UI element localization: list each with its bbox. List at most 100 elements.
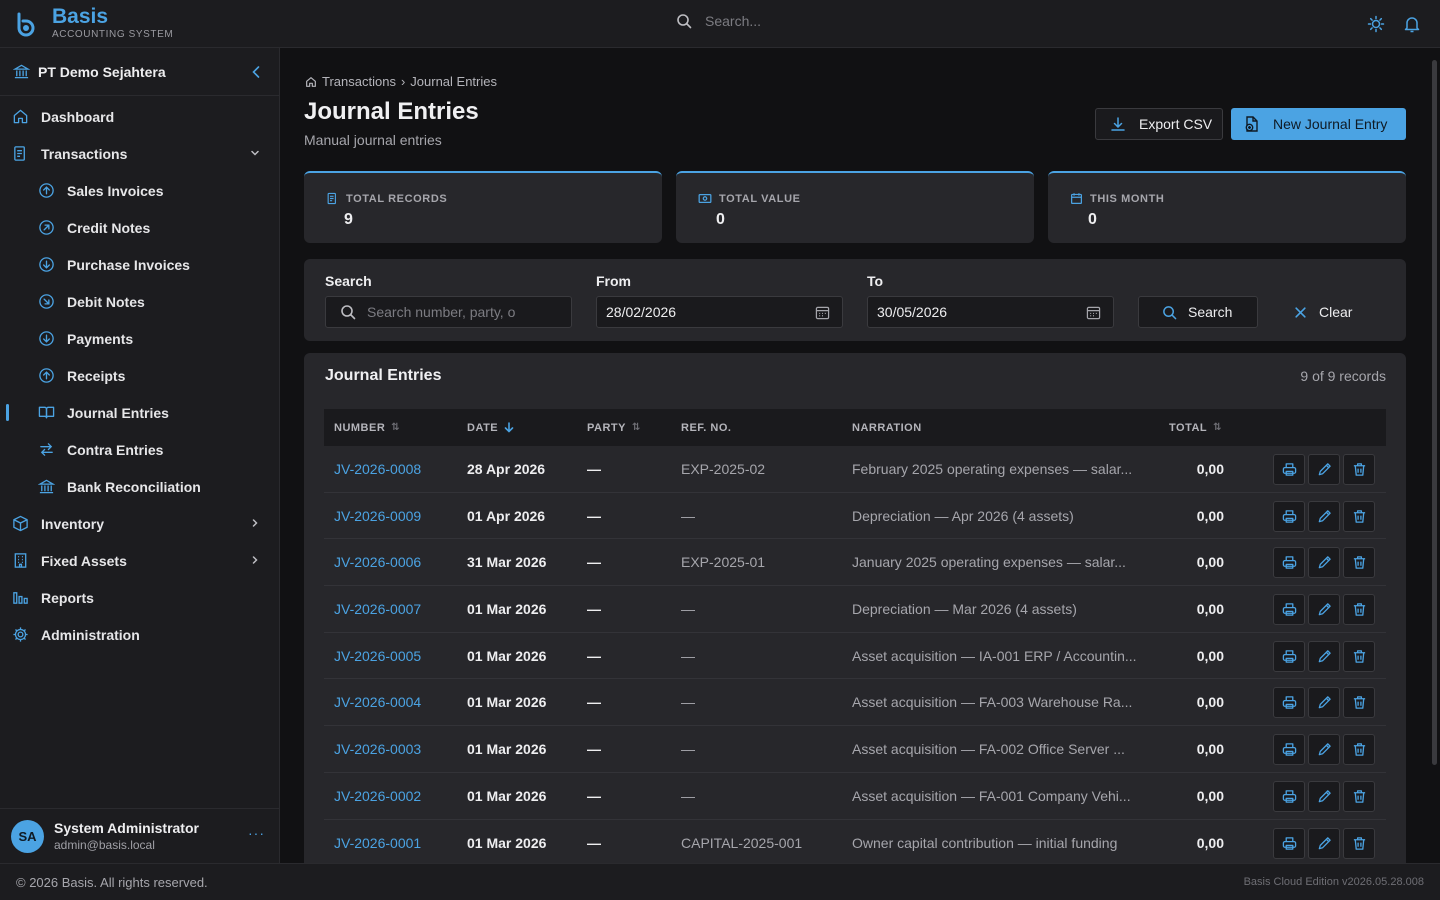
entry-number-link[interactable]: JV-2026-0007 bbox=[334, 586, 421, 632]
column-header-number[interactable]: NUMBER ⇅ bbox=[334, 409, 400, 446]
entry-ref-no: — bbox=[681, 694, 695, 711]
export-csv-button[interactable]: Export CSV bbox=[1095, 108, 1223, 140]
more-options-icon[interactable]: ··· bbox=[248, 825, 265, 841]
page-scrollbar[interactable] bbox=[1432, 60, 1437, 765]
edit-button[interactable] bbox=[1308, 454, 1340, 485]
sidebar-item-reports[interactable]: Reports bbox=[0, 579, 279, 616]
entry-number-link[interactable]: JV-2026-0001 bbox=[334, 820, 421, 864]
entry-number-link[interactable]: JV-2026-0003 bbox=[334, 726, 421, 772]
delete-button[interactable] bbox=[1343, 454, 1375, 485]
pencil-icon bbox=[1317, 602, 1332, 617]
sort-icon: ⇅ bbox=[1213, 422, 1223, 433]
table-row[interactable]: JV-2026-0004 01 Mar 2026 — — Asset acqui… bbox=[324, 679, 1386, 727]
stat-label: THIS MONTH bbox=[1090, 192, 1165, 205]
from-date-input[interactable] bbox=[606, 304, 842, 320]
print-button[interactable] bbox=[1273, 640, 1305, 672]
table-row[interactable]: JV-2026-0007 01 Mar 2026 — — Depreciatio… bbox=[324, 586, 1386, 633]
sidebar-item-transactions[interactable]: Transactions bbox=[0, 135, 279, 172]
print-button[interactable] bbox=[1273, 734, 1305, 766]
global-search[interactable] bbox=[676, 13, 1005, 29]
entry-number-link[interactable]: JV-2026-0009 bbox=[334, 493, 421, 539]
collapse-sidebar-chevron-left-icon[interactable] bbox=[251, 65, 261, 79]
edit-button[interactable] bbox=[1308, 640, 1340, 672]
sidebar-item-receipts[interactable]: Receipts bbox=[0, 357, 279, 394]
filter-search-input[interactable] bbox=[367, 304, 571, 320]
edit-button[interactable] bbox=[1308, 827, 1340, 859]
delete-button[interactable] bbox=[1343, 640, 1375, 672]
print-button[interactable] bbox=[1273, 827, 1305, 859]
delete-button[interactable] bbox=[1343, 687, 1375, 719]
breadcrumb-root[interactable]: Transactions bbox=[322, 74, 396, 89]
sidebar-item-inventory[interactable]: Inventory bbox=[0, 505, 279, 542]
table-row[interactable]: JV-2026-0001 01 Mar 2026 — CAPITAL-2025-… bbox=[324, 820, 1386, 864]
edit-button[interactable] bbox=[1308, 547, 1340, 579]
table-row[interactable]: JV-2026-0006 31 Mar 2026 — EXP-2025-01 J… bbox=[324, 539, 1386, 587]
theme-toggle-sun-icon[interactable] bbox=[1367, 15, 1385, 33]
edit-button[interactable] bbox=[1308, 780, 1340, 812]
table-row[interactable]: JV-2026-0009 01 Apr 2026 — — Depreciatio… bbox=[324, 493, 1386, 540]
table-row[interactable]: JV-2026-0005 01 Mar 2026 — — Asset acqui… bbox=[324, 633, 1386, 680]
sidebar-item-payments[interactable]: Payments bbox=[0, 320, 279, 357]
table-row[interactable]: JV-2026-0008 28 Apr 2026 — EXP-2025-02 F… bbox=[324, 446, 1386, 493]
sidebar-item-dashboard[interactable]: Dashboard bbox=[0, 98, 279, 135]
entry-total: 0,00 bbox=[1196, 461, 1224, 477]
calendar-icon[interactable] bbox=[1086, 305, 1101, 320]
home-icon[interactable] bbox=[305, 76, 317, 88]
table-row[interactable]: JV-2026-0003 01 Mar 2026 — — Asset acqui… bbox=[324, 726, 1386, 773]
global-search-input[interactable] bbox=[705, 13, 1005, 29]
calendar-icon[interactable] bbox=[815, 305, 830, 320]
sidebar-item-sales-invoices[interactable]: Sales Invoices bbox=[0, 172, 279, 209]
sidebar-item-administration[interactable]: Administration bbox=[0, 616, 279, 653]
sidebar-item-purchase-invoices[interactable]: Purchase Invoices bbox=[0, 246, 279, 283]
sidebar-item-contra-entries[interactable]: Contra Entries bbox=[0, 431, 279, 468]
column-header-date[interactable]: DATE bbox=[467, 409, 514, 446]
table-row[interactable]: JV-2026-0002 01 Mar 2026 — — Asset acqui… bbox=[324, 773, 1386, 820]
entry-number-link[interactable]: JV-2026-0004 bbox=[334, 679, 421, 725]
delete-button[interactable] bbox=[1343, 500, 1375, 532]
print-button[interactable] bbox=[1273, 547, 1305, 579]
filter-search-field[interactable] bbox=[325, 296, 572, 328]
to-date-field[interactable] bbox=[867, 296, 1114, 328]
column-header-party[interactable]: PARTY ⇅ bbox=[587, 409, 641, 446]
stat-card-this-month: THIS MONTH 0 bbox=[1048, 171, 1406, 243]
column-header-total[interactable]: TOTAL ⇅ bbox=[1169, 409, 1222, 446]
pencil-icon bbox=[1317, 555, 1332, 570]
print-button[interactable] bbox=[1273, 780, 1305, 812]
clear-button[interactable]: Clear bbox=[1288, 296, 1388, 328]
sidebar-item-journal-entries[interactable]: Journal Entries bbox=[0, 394, 279, 431]
print-button[interactable] bbox=[1273, 454, 1305, 485]
print-button[interactable] bbox=[1273, 500, 1305, 532]
entry-total: 0,00 bbox=[1196, 787, 1224, 804]
company-selector[interactable]: PT Demo Sejahtera bbox=[0, 48, 279, 96]
entry-number-link[interactable]: JV-2026-0008 bbox=[334, 446, 421, 492]
sidebar-item-debit-notes[interactable]: Debit Notes bbox=[0, 283, 279, 320]
sidebar-item-fixed-assets[interactable]: Fixed Assets bbox=[0, 542, 279, 579]
notifications-bell-icon[interactable] bbox=[1403, 15, 1421, 33]
new-journal-entry-button[interactable]: New Journal Entry bbox=[1231, 108, 1406, 140]
entry-ref-no: — bbox=[681, 507, 695, 524]
print-button[interactable] bbox=[1273, 687, 1305, 719]
user-profile[interactable]: SA System Administrator admin@basis.loca… bbox=[0, 808, 279, 863]
filter-panel: Search From To Search Clear bbox=[304, 259, 1406, 341]
edit-button[interactable] bbox=[1308, 500, 1340, 532]
edit-button[interactable] bbox=[1308, 594, 1340, 626]
to-date-input[interactable] bbox=[877, 304, 1113, 320]
delete-button[interactable] bbox=[1343, 547, 1375, 579]
edit-button[interactable] bbox=[1308, 687, 1340, 719]
row-actions bbox=[1273, 454, 1375, 485]
sidebar-item-bank-reconciliation[interactable]: Bank Reconciliation bbox=[0, 468, 279, 505]
delete-button[interactable] bbox=[1343, 827, 1375, 859]
search-button[interactable]: Search bbox=[1138, 296, 1258, 328]
entry-number-link[interactable]: JV-2026-0002 bbox=[334, 773, 421, 819]
delete-button[interactable] bbox=[1343, 780, 1375, 812]
brand[interactable]: Basis ACCOUNTING SYSTEM bbox=[14, 6, 173, 41]
print-button[interactable] bbox=[1273, 594, 1305, 626]
delete-button[interactable] bbox=[1343, 734, 1375, 766]
edit-button[interactable] bbox=[1308, 734, 1340, 766]
entry-number-link[interactable]: JV-2026-0005 bbox=[334, 633, 421, 679]
from-date-field[interactable] bbox=[596, 296, 843, 328]
entry-number-link[interactable]: JV-2026-0006 bbox=[334, 539, 421, 585]
sidebar-item-credit-notes[interactable]: Credit Notes bbox=[0, 209, 279, 246]
delete-button[interactable] bbox=[1343, 594, 1375, 626]
entry-ref-no: EXP-2025-02 bbox=[681, 461, 766, 477]
